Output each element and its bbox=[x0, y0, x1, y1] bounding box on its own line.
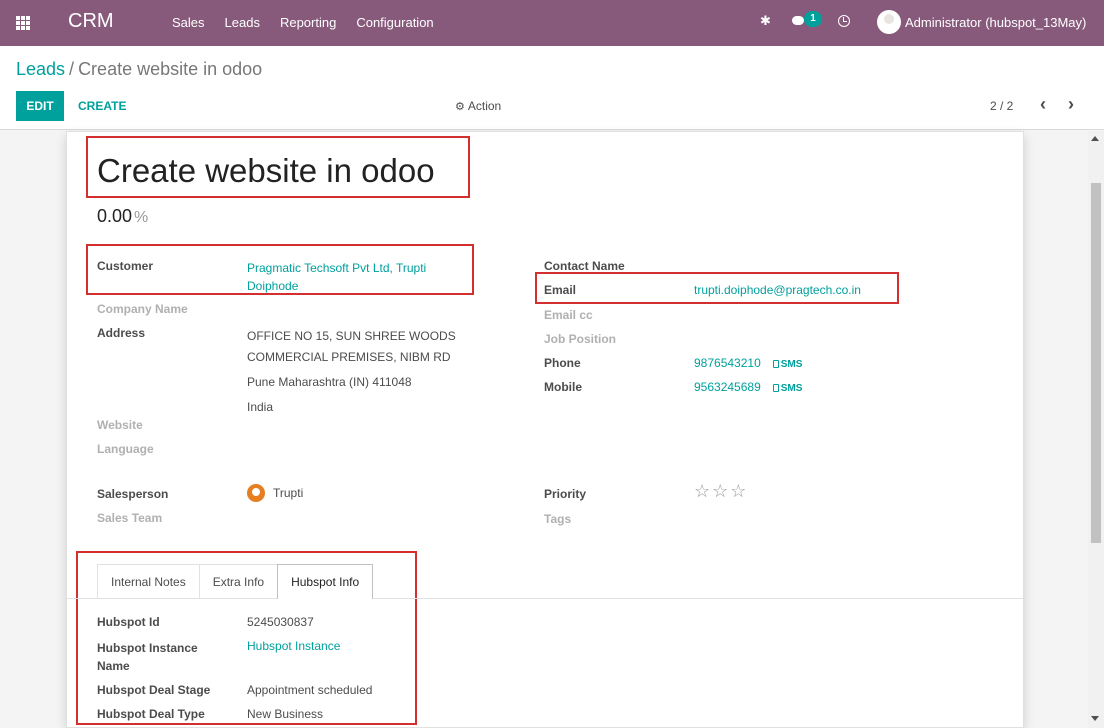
notebook-tabs: Internal Notes Extra Info Hubspot Info bbox=[97, 564, 374, 599]
clock-icon[interactable] bbox=[838, 15, 850, 27]
hubspot-instance-label: Hubspot Instance Name bbox=[97, 639, 198, 675]
breadcrumb-current: Create website in odoo bbox=[78, 59, 263, 79]
phone-link[interactable]: 9876543210 bbox=[694, 356, 761, 370]
scroll-up-arrow-icon[interactable] bbox=[1091, 136, 1099, 141]
breadcrumb-leads[interactable]: Leads bbox=[16, 59, 65, 79]
hubspot-stage-value: Appointment scheduled bbox=[247, 683, 373, 697]
breadcrumb-separator: / bbox=[69, 59, 75, 79]
title-highlight-box bbox=[86, 136, 470, 198]
phone-label: Phone bbox=[544, 356, 581, 370]
tab-hubspot-info[interactable]: Hubspot Info bbox=[277, 564, 374, 599]
breadcrumb: Leads / Create website in odoo bbox=[16, 59, 262, 80]
email-cc-label: Email cc bbox=[544, 308, 593, 322]
top-navbar: CRM Sales Leads Reporting Configuration … bbox=[0, 0, 1104, 46]
menu-item-reporting[interactable]: Reporting bbox=[280, 15, 336, 30]
priority-star-icons[interactable]: ☆☆☆ bbox=[694, 481, 748, 502]
mobile-link[interactable]: 9563245689 bbox=[694, 380, 761, 394]
hubspot-stage-label: Hubspot Deal Stage bbox=[97, 683, 211, 697]
address-line-4: India bbox=[247, 400, 274, 414]
address-line-1: OFFICE NO 15, SUN SHREE WOODS bbox=[247, 329, 456, 343]
sales-team-label: Sales Team bbox=[97, 511, 163, 525]
tab-internal-notes[interactable]: Internal Notes bbox=[97, 564, 200, 598]
salesperson-value[interactable]: Trupti bbox=[247, 484, 303, 502]
app-brand[interactable]: CRM bbox=[68, 10, 114, 33]
phone-sms-label: SMS bbox=[780, 359, 803, 370]
user-avatar[interactable] bbox=[877, 10, 901, 34]
hubspot-type-label: Hubspot Deal Type bbox=[97, 707, 205, 721]
address-label: Address bbox=[97, 326, 146, 340]
menu-item-configuration[interactable]: Configuration bbox=[356, 15, 433, 30]
tab-extra-info[interactable]: Extra Info bbox=[198, 564, 279, 598]
email-link[interactable]: trupti.doiphode@pragtech.co.in bbox=[694, 283, 861, 297]
hubspot-id-label: Hubspot Id bbox=[97, 615, 160, 629]
address-value: OFFICE NO 15, SUN SHREE WOODS COMMERCIAL… bbox=[247, 326, 456, 418]
salesperson-avatar bbox=[247, 484, 265, 502]
customer-name-line-2: Doiphode bbox=[247, 279, 299, 293]
edit-button[interactable]: EDIT bbox=[16, 91, 64, 121]
job-position-label: Job Position bbox=[544, 332, 616, 346]
menu-item-sales[interactable]: Sales bbox=[172, 15, 205, 30]
customer-link[interactable]: Pragmatic Techsoft Pvt Ltd, Trupti Doiph… bbox=[247, 259, 426, 295]
control-panel: Leads / Create website in odoo EDIT CREATE… bbox=[0, 46, 1104, 130]
mobile-value: 9563245689 SMS bbox=[694, 380, 802, 394]
hubspot-instance-link[interactable]: Hubspot Instance bbox=[247, 639, 340, 653]
probability: 0.00% bbox=[97, 206, 148, 227]
action-dropdown[interactable]: ⚙ Action bbox=[455, 99, 501, 113]
hubspot-type-value: New Business bbox=[247, 707, 324, 721]
menu-item-leads[interactable]: Leads bbox=[225, 15, 260, 30]
mobile-label: Mobile bbox=[544, 380, 582, 394]
customer-label: Customer bbox=[97, 259, 154, 273]
pager-next-button[interactable]: › bbox=[1068, 94, 1074, 115]
apps-menu-icon[interactable] bbox=[16, 16, 30, 30]
chat-count-badge: 1 bbox=[804, 11, 822, 27]
pager-value[interactable]: 2 / 2 bbox=[990, 99, 1013, 113]
website-label: Website bbox=[97, 418, 143, 432]
salesperson-label: Salesperson bbox=[97, 487, 169, 501]
priority-label: Priority bbox=[544, 487, 587, 501]
pager-previous-button[interactable]: ‹ bbox=[1040, 94, 1046, 115]
email-label: Email bbox=[544, 283, 577, 297]
probability-unit: % bbox=[134, 209, 149, 226]
chat-icon[interactable] bbox=[792, 16, 804, 25]
mobile-phone-icon bbox=[772, 384, 779, 392]
user-menu[interactable]: Administrator (hubspot_13May) bbox=[905, 15, 1086, 30]
company-name-label: Company Name bbox=[97, 302, 188, 316]
language-label: Language bbox=[97, 442, 154, 456]
scrollbar-thumb[interactable] bbox=[1091, 183, 1101, 543]
bug-icon[interactable]: ✱ bbox=[760, 13, 771, 29]
scroll-down-arrow-icon[interactable] bbox=[1091, 716, 1099, 721]
customer-name-line-1: Pragmatic Techsoft Pvt Ltd, Trupti bbox=[247, 261, 427, 275]
hubspot-instance-label-line-2: Name bbox=[97, 659, 130, 673]
hubspot-instance-label-line-1: Hubspot Instance bbox=[97, 641, 198, 655]
main-menu: Sales Leads Reporting Configuration bbox=[172, 15, 454, 30]
contact-name-label: Contact Name bbox=[544, 259, 625, 273]
address-line-3: Pune Maharashtra (IN) 411048 bbox=[247, 375, 412, 389]
mobile-sms-button[interactable]: SMS bbox=[772, 383, 803, 394]
phone-value: 9876543210 SMS bbox=[694, 356, 802, 370]
mobile-phone-icon bbox=[772, 360, 779, 368]
mobile-sms-label: SMS bbox=[780, 383, 803, 394]
hubspot-id-value: 5245030837 bbox=[247, 615, 314, 629]
address-line-2: COMMERCIAL PREMISES, NIBM RD bbox=[247, 350, 451, 364]
probability-value: 0.00 bbox=[97, 206, 133, 226]
action-label: Action bbox=[467, 99, 502, 113]
create-button[interactable]: CREATE bbox=[78, 99, 126, 113]
tags-label: Tags bbox=[544, 512, 572, 526]
salesperson-name: Trupti bbox=[273, 486, 304, 500]
phone-sms-button[interactable]: SMS bbox=[772, 359, 803, 370]
gear-icon: ⚙ bbox=[455, 101, 465, 113]
form-sheet: Create website in odoo 0.00% Customer Pr… bbox=[66, 131, 1024, 728]
